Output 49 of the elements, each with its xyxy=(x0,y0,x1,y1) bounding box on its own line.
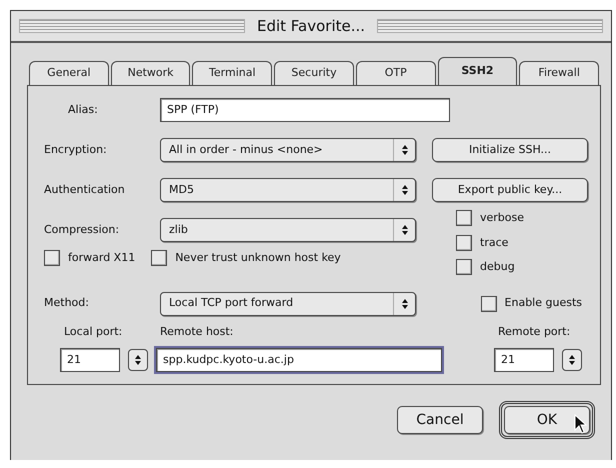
up-down-arrow-icon xyxy=(400,298,408,310)
up-down-arrow-icon xyxy=(400,144,408,156)
field-label: Authentication xyxy=(44,182,126,198)
checkbox[interactable] xyxy=(44,250,60,266)
button[interactable]: Cancel xyxy=(397,406,483,434)
checkbox-label: Enable guests xyxy=(504,295,582,312)
up-down-arrow-icon xyxy=(400,224,408,236)
checkbox[interactable] xyxy=(480,296,497,312)
checkbox[interactable] xyxy=(456,234,472,251)
checkbox[interactable] xyxy=(151,250,168,266)
up-down-arrow-icon xyxy=(568,354,576,366)
field-label: Encryption: xyxy=(44,142,108,158)
up-down-arrow-icon xyxy=(400,184,408,196)
tab[interactable]: Terminal xyxy=(192,61,272,85)
popup-menu[interactable]: All in order - minus <none> xyxy=(160,138,416,162)
checkbox-label: forward X11 xyxy=(68,250,136,266)
text-field[interactable]: spp.kudpc.kyoto-u.ac.jp xyxy=(156,348,442,372)
tab[interactable]: Firewall xyxy=(519,61,600,85)
tab[interactable]: Network xyxy=(110,61,190,85)
up-down-arrow-icon xyxy=(134,354,142,366)
tab[interactable]: General xyxy=(29,61,109,85)
stepper[interactable] xyxy=(128,349,148,371)
button[interactable]: Export public key... xyxy=(432,178,588,202)
checkbox-label: verbose xyxy=(480,210,524,226)
window-title: Edit Favorite... xyxy=(256,16,366,37)
field-label: Remote host: xyxy=(159,324,234,340)
popup-menu[interactable]: Local TCP port forward xyxy=(160,292,416,316)
field-label: Remote port: xyxy=(497,324,572,340)
checkbox-label: debug xyxy=(480,259,515,275)
checkbox-label: trace xyxy=(480,234,508,250)
alias-field[interactable]: SPP (FTP) xyxy=(160,98,450,122)
tab[interactable]: OTP xyxy=(356,61,436,85)
field-label: Local port: xyxy=(63,324,124,340)
button[interactable]: OK xyxy=(504,406,590,434)
checkbox-label: Never trust unknown host key xyxy=(175,250,341,266)
field-label: Compression: xyxy=(44,222,120,238)
popup-menu[interactable]: zlib xyxy=(160,218,416,242)
text-field[interactable]: 21 xyxy=(494,348,554,372)
tab[interactable]: Security xyxy=(274,61,354,85)
stepper[interactable] xyxy=(562,349,582,371)
popup-menu[interactable]: MD5 xyxy=(160,178,416,202)
checkbox[interactable] xyxy=(456,259,472,276)
checkbox[interactable] xyxy=(456,210,472,226)
field-label: Alias: xyxy=(67,102,99,118)
text-field[interactable]: 21 xyxy=(60,348,120,372)
tab[interactable]: SSH2 xyxy=(438,57,518,85)
field-label: Method: xyxy=(44,295,90,312)
button[interactable]: Initialize SSH... xyxy=(432,138,588,162)
mouse-pointer-icon xyxy=(574,414,588,434)
